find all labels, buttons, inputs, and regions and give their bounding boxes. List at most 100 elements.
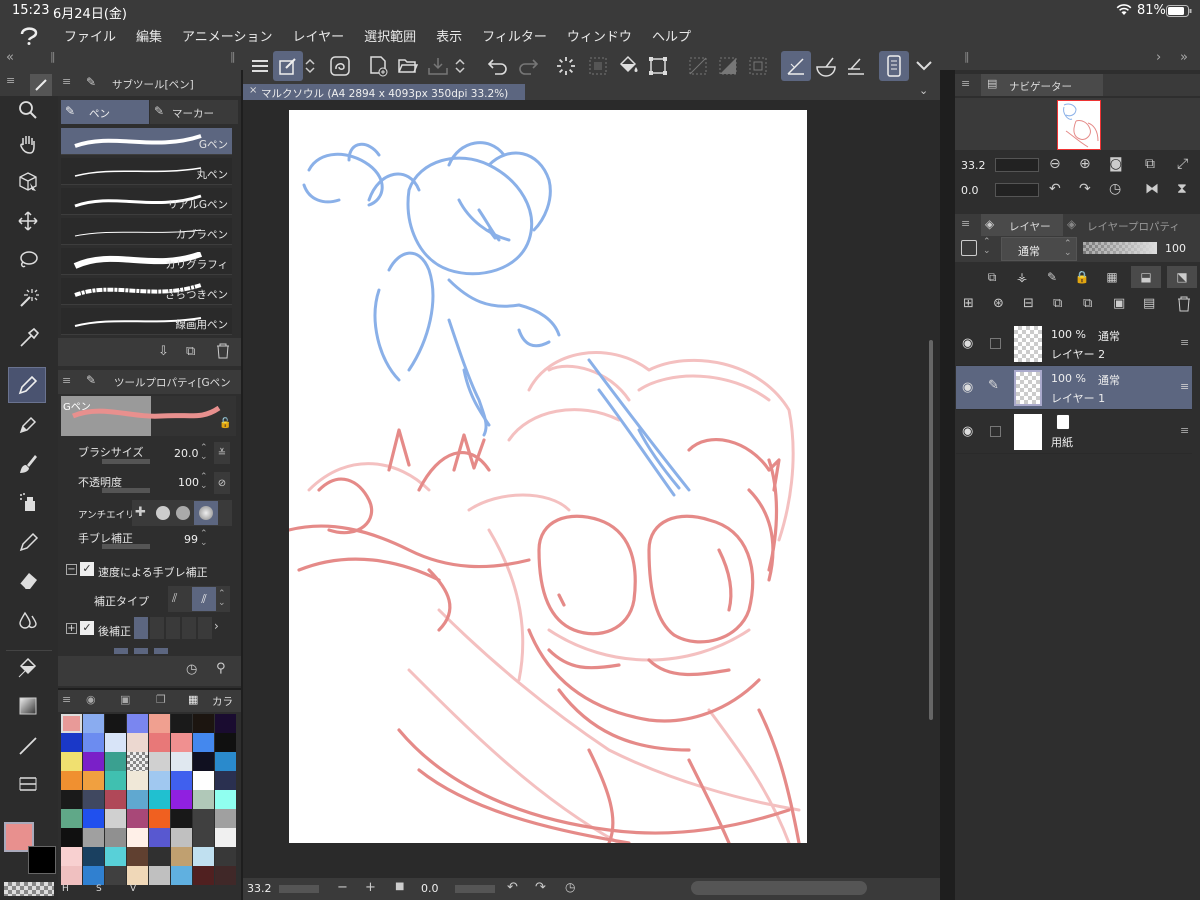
color-swatch[interactable] bbox=[127, 790, 148, 809]
horizontal-scrollbar[interactable] bbox=[691, 881, 867, 895]
actual-size-icon[interactable]: ◙ bbox=[1109, 156, 1123, 172]
color-swatch[interactable] bbox=[61, 828, 82, 847]
symmetry-ruler-icon[interactable] bbox=[811, 51, 841, 81]
correction-type-2-icon[interactable]: ⫽ bbox=[192, 587, 216, 611]
fill-selection-icon[interactable] bbox=[713, 51, 743, 81]
brush-tool-icon[interactable] bbox=[14, 450, 42, 478]
lock-icon[interactable]: 🔓 bbox=[219, 418, 231, 429]
duplicate-subtool-icon[interactable]: ⧉ bbox=[186, 344, 195, 359]
layer-edit-target[interactable] bbox=[990, 338, 1001, 349]
canvas-paper[interactable] bbox=[289, 110, 807, 843]
color-swatch[interactable] bbox=[127, 771, 148, 790]
navigator-zoom-slider[interactable] bbox=[995, 158, 1039, 172]
navigator-rotation-slider[interactable] bbox=[995, 183, 1039, 197]
menu-file[interactable]: ファイル bbox=[64, 26, 116, 45]
expand-toggle[interactable]: + bbox=[66, 623, 77, 634]
eye-visibility-icon[interactable]: ◉ bbox=[962, 380, 973, 395]
reset-icon[interactable]: ◷ bbox=[186, 662, 197, 677]
undo-icon[interactable] bbox=[483, 51, 513, 81]
color-swatch[interactable] bbox=[171, 714, 192, 733]
layer-row[interactable]: ◉ 用紙 ≡ bbox=[956, 410, 1192, 454]
stabilization-value[interactable]: 99 bbox=[184, 533, 198, 546]
color-swatch[interactable] bbox=[193, 790, 214, 809]
collapse-left-icon[interactable]: « bbox=[6, 50, 14, 65]
color-swatch[interactable] bbox=[215, 790, 236, 809]
antialias-strong-icon[interactable] bbox=[194, 501, 218, 525]
color-swatch[interactable] bbox=[83, 828, 104, 847]
color-swatch[interactable] bbox=[61, 790, 82, 809]
color-swatch[interactable] bbox=[171, 790, 192, 809]
color-swatch[interactable] bbox=[127, 733, 148, 752]
eraser-tool-icon[interactable] bbox=[14, 566, 42, 594]
color-swatch[interactable] bbox=[193, 752, 214, 771]
post-correction-level[interactable]: › bbox=[134, 617, 230, 639]
menu-selection[interactable]: 選択範囲 bbox=[364, 26, 416, 45]
subtool-item[interactable]: ざらつきペン bbox=[61, 278, 232, 305]
new-vector-layer-icon[interactable]: ⊛ bbox=[993, 296, 1004, 311]
color-swatch[interactable] bbox=[215, 809, 236, 828]
color-swatch[interactable] bbox=[149, 714, 170, 733]
expression-color-icon[interactable] bbox=[961, 240, 977, 256]
zoom-in-icon[interactable]: + bbox=[365, 880, 376, 895]
drag-handle-icon[interactable]: ≡ bbox=[1180, 380, 1189, 393]
color-swatch[interactable] bbox=[215, 752, 236, 771]
apply-mask-icon[interactable]: ▤ bbox=[1143, 296, 1155, 311]
collapse-right-icon[interactable]: » bbox=[1180, 50, 1188, 65]
color-swatch[interactable] bbox=[149, 733, 170, 752]
import-subtool-icon[interactable]: ⇩ bbox=[158, 344, 169, 359]
chevron-right-icon[interactable]: › bbox=[1156, 50, 1161, 65]
color-swatch[interactable] bbox=[193, 866, 214, 885]
color-swatch[interactable] bbox=[193, 771, 214, 790]
color-wheel-tab-icon[interactable]: ◉ bbox=[86, 693, 96, 706]
speed-stabilization-checkbox[interactable]: ✓ bbox=[80, 562, 94, 576]
color-swatch[interactable] bbox=[105, 733, 126, 752]
color-swatch[interactable] bbox=[171, 771, 192, 790]
selection-clear-icon[interactable] bbox=[583, 51, 613, 81]
antialias-weak-icon[interactable] bbox=[156, 506, 170, 520]
transparent-color-swatch[interactable] bbox=[4, 882, 54, 896]
trash-icon[interactable] bbox=[216, 343, 230, 359]
panel-menu-icon[interactable]: ≡ bbox=[62, 374, 71, 387]
pencil-tool-icon[interactable] bbox=[14, 410, 42, 438]
color-swatch[interactable] bbox=[149, 790, 170, 809]
color-swatch[interactable] bbox=[105, 752, 126, 771]
color-history-tab-icon[interactable]: ❐ bbox=[156, 693, 166, 706]
tab-marker[interactable]: ✎ マーカー bbox=[150, 100, 238, 124]
brush-size-value[interactable]: 20.0 bbox=[174, 447, 199, 460]
flip-horizontal-icon[interactable]: ⧓ bbox=[1145, 181, 1159, 197]
layer-mask-icon[interactable]: ▣ bbox=[1113, 296, 1125, 311]
close-icon[interactable]: × bbox=[249, 85, 257, 96]
color-swatch[interactable] bbox=[215, 828, 236, 847]
color-swatch[interactable] bbox=[83, 809, 104, 828]
object-3d-tool-icon[interactable] bbox=[14, 168, 42, 196]
color-swatch[interactable] bbox=[149, 771, 170, 790]
lasso-tool-icon[interactable] bbox=[14, 246, 42, 274]
chevron-right-icon[interactable]: › bbox=[214, 619, 219, 633]
opacity-settings-icon[interactable]: ⊘ bbox=[214, 472, 230, 494]
color-swatch[interactable] bbox=[215, 733, 236, 752]
color-swatch[interactable] bbox=[105, 771, 126, 790]
navigator-zoom-value[interactable]: 33.2 bbox=[961, 159, 986, 172]
dock-handle-icon[interactable]: ‖ bbox=[50, 50, 56, 63]
color-swatch[interactable] bbox=[61, 752, 82, 771]
panel-menu-icon[interactable]: ≡ bbox=[62, 75, 71, 88]
color-swatch[interactable] bbox=[193, 714, 214, 733]
menu-window[interactable]: ウィンドウ bbox=[567, 26, 632, 45]
color-swatch[interactable] bbox=[105, 847, 126, 866]
layer-opacity-slider[interactable] bbox=[1083, 242, 1157, 254]
zoom-in-icon[interactable]: ⊕ bbox=[1079, 156, 1091, 172]
chevron-updown-icon[interactable]: ⌃ ⌄ bbox=[218, 590, 226, 608]
zoom-slider[interactable] bbox=[279, 885, 319, 893]
draft-layer-icon[interactable]: ✎ bbox=[1043, 268, 1061, 286]
color-swatch[interactable] bbox=[105, 828, 126, 847]
eye-visibility-icon[interactable]: ◉ bbox=[962, 424, 973, 439]
color-swatch[interactable] bbox=[83, 866, 104, 885]
tab-layer[interactable]: ◈ レイヤー bbox=[981, 214, 1063, 236]
menu-layer[interactable]: レイヤー bbox=[293, 26, 345, 45]
color-swatch[interactable] bbox=[105, 866, 126, 885]
opacity-value[interactable]: 100 bbox=[178, 476, 199, 489]
fill-bucket-icon[interactable] bbox=[613, 51, 643, 81]
canvas-tab[interactable]: × マルクソウル (A4 2894 x 4093px 350dpi 33.2%) bbox=[243, 84, 525, 100]
rotate-left-icon[interactable]: ↶ bbox=[1049, 181, 1061, 197]
color-swatch[interactable] bbox=[83, 714, 104, 733]
